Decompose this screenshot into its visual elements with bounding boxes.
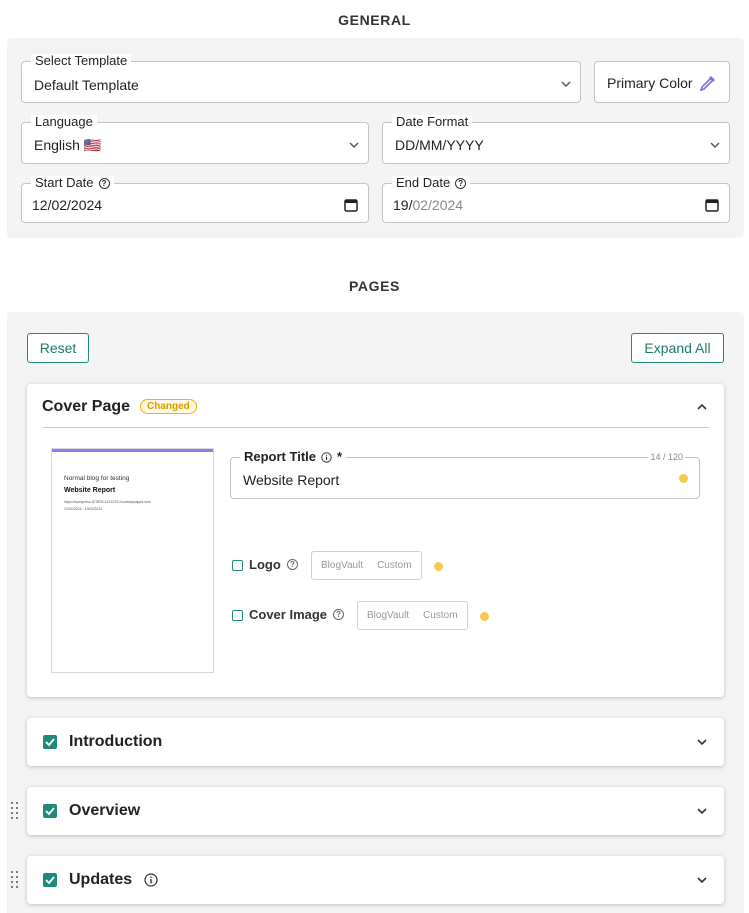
preview-date-range: 12/02/2024 - 19/02/2024 xyxy=(64,507,103,511)
preview-accent-bar xyxy=(52,449,213,452)
language-field[interactable]: Language English 🇺🇸 xyxy=(21,115,369,164)
end-date-label: End Date xyxy=(396,175,451,190)
status-dot xyxy=(434,562,443,571)
divider xyxy=(42,427,710,428)
preview-title: Website Report xyxy=(64,487,116,494)
cover-preview: Normal blog for testing Website Report h… xyxy=(51,448,214,673)
language-label: Language xyxy=(31,115,97,129)
check-icon xyxy=(45,807,55,816)
calendar-icon[interactable] xyxy=(705,198,719,212)
help-icon: ? xyxy=(286,559,298,570)
chevron-down-icon xyxy=(710,142,720,149)
start-date-legend: Start Date ? xyxy=(31,176,114,190)
drag-handle-icon[interactable] xyxy=(10,870,20,890)
help-icon: ? xyxy=(455,177,467,189)
drag-handle-icon[interactable] xyxy=(10,801,20,821)
logo-checkbox[interactable] xyxy=(232,560,243,571)
end-date-day: 19/ xyxy=(393,197,413,213)
overview-card[interactable]: Overview xyxy=(27,787,724,835)
check-icon xyxy=(45,738,55,747)
introduction-card[interactable]: Introduction xyxy=(27,718,724,766)
updates-card[interactable]: Updates xyxy=(27,856,724,904)
report-title-field[interactable]: Report Title * 14 / 120 Website Report xyxy=(230,450,700,499)
logo-label: Logo xyxy=(249,557,281,572)
reset-button[interactable]: Reset xyxy=(27,333,89,363)
chevron-down-icon[interactable] xyxy=(696,874,708,886)
start-date-value: 12/02/2024 xyxy=(32,197,103,213)
check-icon xyxy=(45,876,55,885)
chevron-down-icon xyxy=(349,142,359,149)
chevron-up-icon[interactable] xyxy=(696,401,708,413)
primary-color-button[interactable]: Primary Color xyxy=(594,61,730,103)
date-format-label: Date Format xyxy=(392,115,473,129)
chevron-down-icon[interactable] xyxy=(696,736,708,748)
start-date-label: Start Date xyxy=(35,175,94,190)
language-value: English 🇺🇸 xyxy=(34,137,102,153)
overview-checkbox[interactable] xyxy=(43,804,57,818)
report-title-label: Report Title xyxy=(244,449,316,464)
cover-image-checkbox[interactable] xyxy=(232,610,243,621)
date-format-value: DD/MM/YYYY xyxy=(395,137,484,153)
help-icon: ? xyxy=(98,177,110,189)
preview-subtitle: Normal blog for testing xyxy=(64,475,130,482)
expand-all-button[interactable]: Expand All xyxy=(631,333,724,363)
introduction-checkbox[interactable] xyxy=(43,735,57,749)
calendar-icon[interactable] xyxy=(344,198,358,212)
select-template-value: Default Template xyxy=(34,77,139,93)
cover-image-label: Cover Image xyxy=(249,607,328,622)
report-title-value: Website Report xyxy=(243,472,340,488)
char-counter: 14 / 120 xyxy=(648,452,685,462)
cover-image-source-toggle[interactable]: BlogVault Custom xyxy=(357,601,468,630)
start-date-field[interactable]: Start Date ? 12/02/2024 xyxy=(21,176,369,223)
cover-page-card: Cover Page Changed Normal blog for testi… xyxy=(27,384,724,697)
cover-image-option-blogvault[interactable]: BlogVault xyxy=(367,610,409,621)
date-format-field[interactable]: Date Format DD/MM/YYYY xyxy=(382,115,730,164)
general-heading: GENERAL xyxy=(338,12,411,28)
select-template-field[interactable]: Select Template Default Template xyxy=(21,54,581,103)
introduction-title: Introduction xyxy=(69,733,163,750)
pages-heading: PAGES xyxy=(349,278,400,294)
end-date-rest: 02/2024 xyxy=(412,197,464,213)
info-icon xyxy=(321,451,332,463)
cover-image-label-group: Cover Image ? xyxy=(249,607,345,622)
general-panel: Select Template Default Template Primary… xyxy=(7,38,744,238)
updates-checkbox[interactable] xyxy=(43,873,57,887)
logo-option-custom[interactable]: Custom xyxy=(377,560,411,571)
help-icon: ? xyxy=(333,609,345,620)
logo-source-toggle[interactable]: BlogVault Custom xyxy=(311,551,422,580)
eyedropper-icon xyxy=(699,76,715,92)
cover-page-title[interactable]: Cover Page xyxy=(42,398,130,416)
overview-title: Overview xyxy=(69,802,141,819)
required-mark: * xyxy=(337,449,343,464)
end-date-value: 19/02/2024 xyxy=(393,197,463,213)
chevron-down-icon xyxy=(561,81,571,88)
primary-color-label: Primary Color xyxy=(607,75,693,91)
end-date-field[interactable]: End Date ? 19/02/2024 xyxy=(382,176,730,223)
cover-image-option-custom[interactable]: Custom xyxy=(423,610,457,621)
chevron-down-icon[interactable] xyxy=(696,805,708,817)
info-icon[interactable] xyxy=(144,873,158,887)
end-date-legend: End Date ? xyxy=(392,175,471,190)
status-dot xyxy=(679,474,688,483)
select-template-label: Select Template xyxy=(31,54,132,68)
logo-label-group: Logo ? xyxy=(249,557,298,572)
status-dot xyxy=(480,612,489,621)
updates-title: Updates xyxy=(69,871,133,888)
preview-url: https://wordpress-873876-4213270.cloudwa… xyxy=(64,500,151,504)
changed-badge: Changed xyxy=(140,399,197,414)
logo-option-blogvault[interactable]: BlogVault xyxy=(321,560,363,571)
report-title-legend: Report Title * xyxy=(240,449,347,464)
